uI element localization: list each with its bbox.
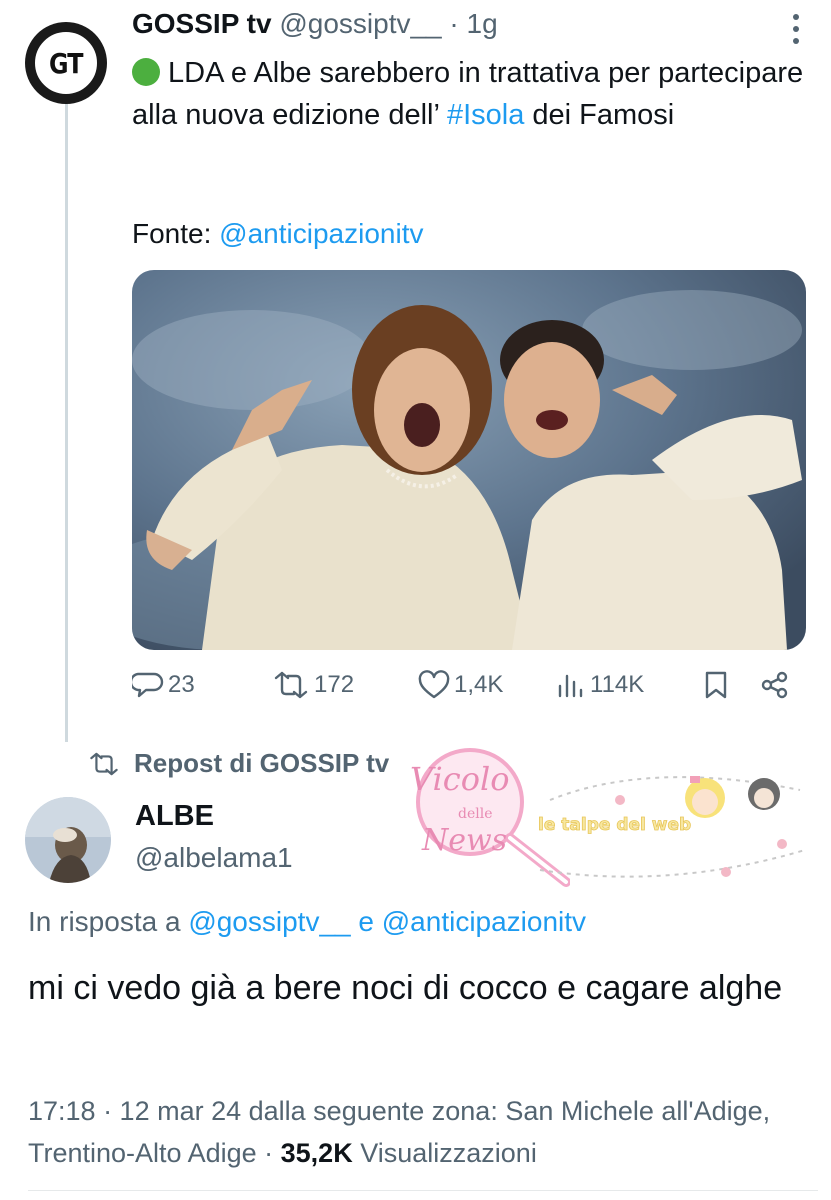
views-count: 114K — [590, 671, 645, 698]
views-action[interactable]: 114K — [556, 670, 644, 700]
more-options-icon[interactable] — [793, 14, 801, 44]
divider — [28, 1190, 818, 1191]
reply-author-name[interactable]: ALBE — [135, 800, 214, 833]
tweet-text-part2: dei Famosi — [524, 99, 675, 131]
reply-views-count: 35,2K — [280, 1138, 353, 1168]
repost-action[interactable]: 172 — [272, 670, 354, 700]
heart-icon — [418, 670, 450, 699]
repost-count: 172 — [314, 671, 355, 698]
le-talpe-del-web-watermark: le talpe del web — [538, 776, 806, 878]
gossiptv-avatar[interactable]: GT — [25, 22, 107, 104]
green-circle-emoji-icon — [132, 58, 160, 86]
source-label: Fonte: — [132, 218, 212, 249]
tweet-source: Fonte: @anticipazionitv — [132, 218, 423, 250]
watermark-delle: delle — [458, 806, 493, 822]
reply-text: mi ci vedo già a bere noci di cocco e ca… — [28, 969, 783, 1007]
albe-profile-photo — [25, 797, 111, 883]
repost-label: Repost di GOSSIP tv — [134, 748, 390, 778]
repost-small-icon — [90, 752, 118, 775]
photo-two-men-laughing — [132, 270, 806, 650]
bookmark-action[interactable] — [702, 670, 730, 700]
separator-dot: · — [449, 8, 459, 39]
reply-views-label: Visualizzazioni — [360, 1138, 537, 1168]
reply-action[interactable]: 23 — [132, 670, 195, 700]
bookmark-icon — [705, 671, 727, 699]
reply-author-handle[interactable]: @albelama1 — [135, 842, 293, 874]
repost-indicator[interactable]: Repost di GOSSIP tv — [88, 748, 389, 779]
like-count: 1,4K — [454, 671, 504, 698]
share-icon — [761, 671, 788, 699]
thread-connector-line — [65, 102, 68, 742]
views-chart-icon — [558, 674, 583, 698]
author-name[interactable]: GOSSIP tv — [132, 8, 272, 39]
reply-meta: 17:18 · 12 mar 24 dalla seguente zona: S… — [28, 1090, 808, 1174]
avatar-initials: GT — [49, 46, 83, 80]
albe-avatar[interactable] — [25, 797, 111, 883]
tweet-actions-bar: 23 172 1,4K 114K — [132, 670, 812, 710]
hashtag-link[interactable]: #Isola — [447, 99, 524, 131]
share-action[interactable] — [760, 670, 790, 700]
source-handle-link[interactable]: @anticipazionitv — [219, 218, 423, 249]
watermark-le-talpe: le talpe del web — [538, 815, 691, 835]
tweet-image[interactable] — [132, 270, 806, 650]
reply-count: 23 — [168, 671, 195, 698]
tweet-text: LDA e Albe sarebbero in trattativa per p… — [132, 52, 812, 136]
watermark-news: News — [421, 823, 507, 858]
in-reply-handle-anticipazionitv[interactable]: @anticipazionitv — [382, 906, 586, 937]
watermark-vicolo: Vicolo — [410, 760, 509, 798]
tweet-time[interactable]: 1g — [467, 8, 498, 39]
tweet-header: GOSSIP tv @gossiptv__ · 1g — [132, 8, 498, 40]
in-reply-prefix: In risposta a — [28, 906, 181, 937]
like-action[interactable]: 1,4K — [418, 670, 503, 700]
author-handle[interactable]: @gossiptv__ — [279, 8, 441, 39]
in-reply-to: In risposta a @gossiptv__ e @anticipazio… — [28, 906, 586, 938]
reply-bubble-icon — [132, 672, 164, 698]
repost-icon — [274, 671, 308, 699]
in-reply-and: e — [358, 906, 374, 937]
in-reply-handle-gossiptv[interactable]: @gossiptv__ — [188, 906, 350, 937]
